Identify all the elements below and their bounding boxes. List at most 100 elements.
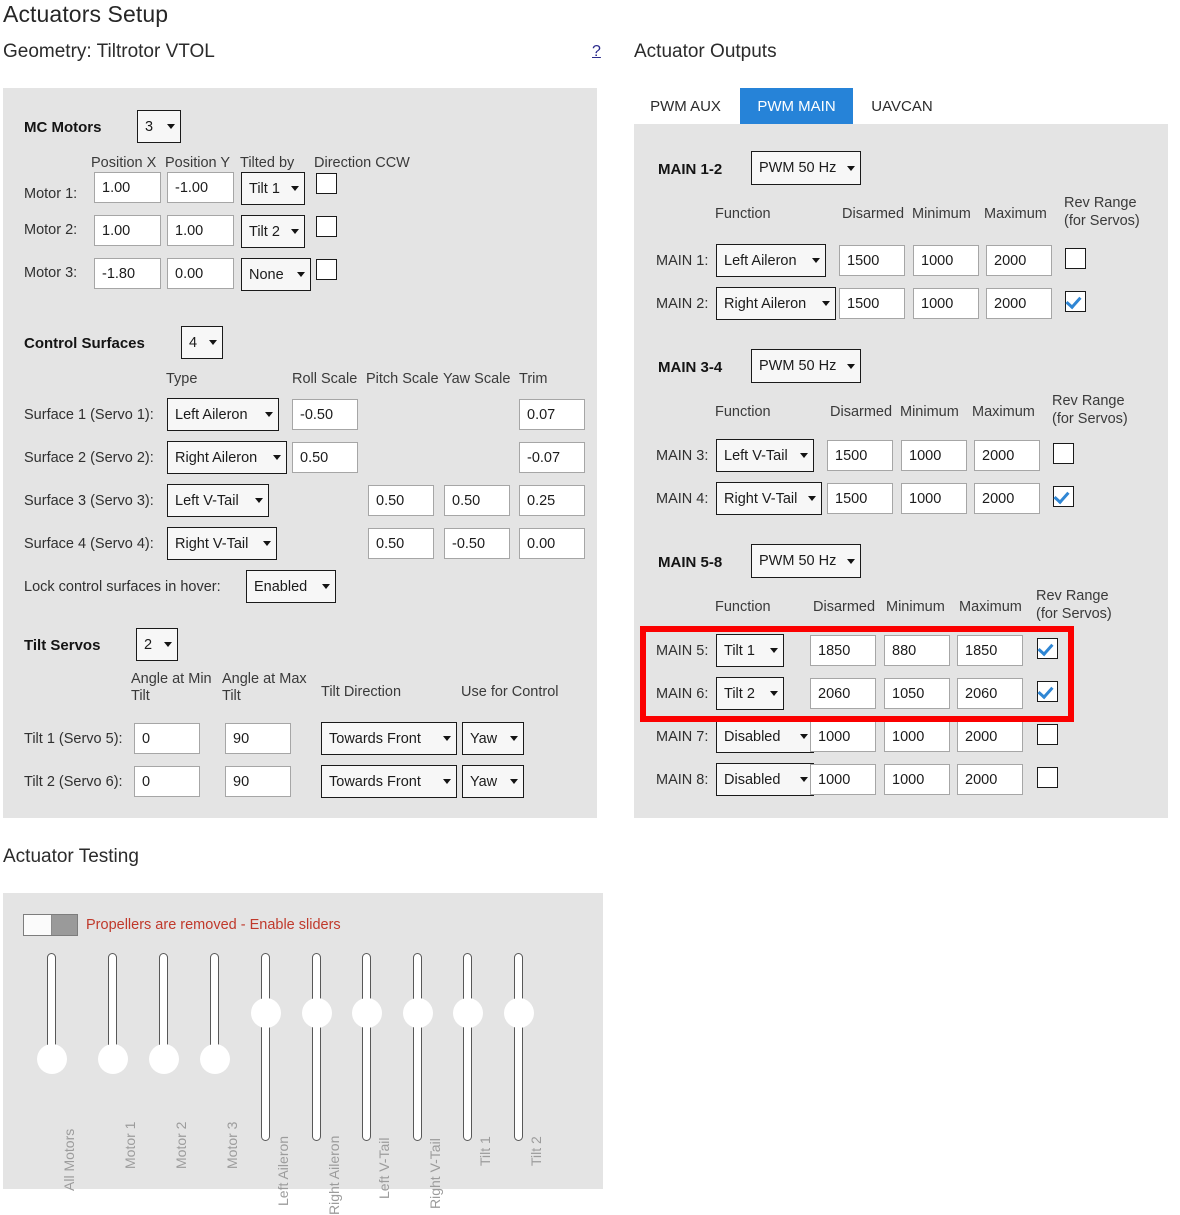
- motor-1-position-x-input[interactable]: [94, 172, 161, 203]
- surface-3-yaw-input[interactable]: [444, 485, 510, 516]
- group-main-5-8-rate-select[interactable]: PWM 50 Hz: [751, 544, 861, 578]
- slider-track[interactable]: [312, 953, 321, 1141]
- main-5-rev-checkbox[interactable]: [1037, 638, 1058, 659]
- slider-track[interactable]: [261, 953, 270, 1141]
- surface-1-roll-input[interactable]: [292, 399, 358, 430]
- main-1-maximum-input[interactable]: [986, 245, 1052, 276]
- surface-3-type-select[interactable]: Left V-Tail: [167, 484, 269, 517]
- slider-handle[interactable]: [351, 998, 382, 1028]
- main-1-rev-checkbox[interactable]: [1065, 248, 1086, 269]
- main-6-minimum-input[interactable]: [884, 678, 950, 709]
- tilt-1-direction-select[interactable]: Towards Front: [321, 722, 457, 755]
- main-2-maximum-input[interactable]: [986, 288, 1052, 319]
- slider-handle[interactable]: [250, 998, 281, 1028]
- surface-2-roll-input[interactable]: [292, 442, 358, 473]
- slider-handle[interactable]: [97, 1044, 128, 1074]
- main-5-disarmed-input[interactable]: [810, 635, 876, 666]
- surface-1-type-select[interactable]: Left Aileron: [167, 398, 279, 431]
- slider-handle[interactable]: [503, 998, 534, 1028]
- main-2-disarmed-input[interactable]: [839, 288, 905, 319]
- main-2-minimum-input[interactable]: [913, 288, 979, 319]
- surface-4-yaw-input[interactable]: [444, 528, 510, 559]
- surface-4-trim-input[interactable]: [519, 528, 585, 559]
- surface-4-pitch-input[interactable]: [368, 528, 434, 559]
- tilt-1-angle-max-input[interactable]: [225, 723, 291, 754]
- main-6-rev-checkbox[interactable]: [1037, 681, 1058, 702]
- main-3-rev-checkbox[interactable]: [1053, 443, 1074, 464]
- main-1-disarmed-input[interactable]: [839, 245, 905, 276]
- slider-handle[interactable]: [301, 998, 332, 1028]
- main-7-disarmed-input[interactable]: [810, 721, 876, 752]
- lock-control-surfaces-select[interactable]: Enabled: [246, 570, 336, 603]
- motor-2-ccw-checkbox[interactable]: [316, 216, 337, 237]
- main-7-function-select[interactable]: Disabled: [716, 720, 814, 753]
- surface-2-trim-input[interactable]: [519, 442, 585, 473]
- tab-pwm-main[interactable]: PWM MAIN: [740, 88, 853, 124]
- main-4-minimum-input[interactable]: [901, 483, 967, 514]
- mc-motors-count-select[interactable]: 3: [137, 110, 181, 143]
- main-6-function-select[interactable]: Tilt 2: [716, 677, 784, 710]
- surface-1-trim-input[interactable]: [519, 399, 585, 430]
- tilt-servos-count-select[interactable]: 2: [136, 628, 178, 661]
- control-surfaces-count-select[interactable]: 4: [181, 326, 223, 359]
- main-5-minimum-input[interactable]: [884, 635, 950, 666]
- slider-track[interactable]: [413, 953, 422, 1141]
- main-6-maximum-input[interactable]: [957, 678, 1023, 709]
- slider-track[interactable]: [514, 953, 523, 1141]
- tab-pwm-aux[interactable]: PWM AUX: [638, 88, 733, 124]
- motor-1-tilted-by-select[interactable]: Tilt 1: [241, 172, 305, 205]
- slider-handle[interactable]: [452, 998, 483, 1028]
- main-1-minimum-input[interactable]: [913, 245, 979, 276]
- tilt-1-use-for-control-select[interactable]: Yaw: [462, 722, 524, 755]
- slider-handle[interactable]: [36, 1044, 67, 1074]
- group-main-1-2-rate-select[interactable]: PWM 50 Hz: [751, 151, 861, 185]
- main-4-rev-checkbox[interactable]: [1053, 486, 1074, 507]
- surface-3-pitch-input[interactable]: [368, 485, 434, 516]
- surface-3-trim-input[interactable]: [519, 485, 585, 516]
- surface-4-type-select[interactable]: Right V-Tail: [167, 527, 277, 560]
- motor-2-tilted-by-select[interactable]: Tilt 2: [241, 215, 305, 248]
- main-6-disarmed-input[interactable]: [810, 678, 876, 709]
- main-5-function-select[interactable]: Tilt 1: [716, 634, 784, 667]
- motor-2-position-x-input[interactable]: [94, 215, 161, 246]
- main-3-minimum-input[interactable]: [901, 440, 967, 471]
- slider-track[interactable]: [362, 953, 371, 1141]
- main-5-maximum-input[interactable]: [957, 635, 1023, 666]
- main-4-function-select[interactable]: Right V-Tail: [716, 482, 822, 515]
- main-3-function-select[interactable]: Left V-Tail: [716, 439, 814, 472]
- group-main-3-4-rate-select[interactable]: PWM 50 Hz: [751, 349, 861, 383]
- main-7-rev-checkbox[interactable]: [1037, 724, 1058, 745]
- motor-2-position-y-input[interactable]: [167, 215, 234, 246]
- motor-1-ccw-checkbox[interactable]: [316, 173, 337, 194]
- motor-1-position-y-input[interactable]: [167, 172, 234, 203]
- slider-handle[interactable]: [199, 1044, 230, 1074]
- help-link[interactable]: ?: [592, 43, 601, 61]
- main-4-disarmed-input[interactable]: [827, 483, 893, 514]
- motor-3-ccw-checkbox[interactable]: [316, 259, 337, 280]
- motor-3-position-x-input[interactable]: [94, 258, 161, 289]
- surface-2-type-select[interactable]: Right Aileron: [167, 441, 287, 474]
- tilt-1-angle-min-input[interactable]: [134, 723, 200, 754]
- main-4-maximum-input[interactable]: [974, 483, 1040, 514]
- main-8-disarmed-input[interactable]: [810, 764, 876, 795]
- tilt-2-direction-select[interactable]: Towards Front: [321, 765, 457, 798]
- main-7-maximum-input[interactable]: [957, 721, 1023, 752]
- tab-uavcan[interactable]: UAVCAN: [862, 88, 942, 124]
- tilt-2-angle-max-input[interactable]: [225, 766, 291, 797]
- main-8-maximum-input[interactable]: [957, 764, 1023, 795]
- motor-3-position-y-input[interactable]: [167, 258, 234, 289]
- motor-3-tilted-by-select[interactable]: None: [241, 258, 311, 291]
- main-3-maximum-input[interactable]: [974, 440, 1040, 471]
- main-1-function-select[interactable]: Left Aileron: [716, 244, 826, 277]
- main-2-function-select[interactable]: Right Aileron: [716, 287, 836, 320]
- tilt-2-use-for-control-select[interactable]: Yaw: [462, 765, 524, 798]
- main-2-rev-checkbox[interactable]: [1065, 291, 1086, 312]
- main-8-minimum-input[interactable]: [884, 764, 950, 795]
- main-7-minimum-input[interactable]: [884, 721, 950, 752]
- slider-handle[interactable]: [402, 998, 433, 1028]
- slider-handle[interactable]: [148, 1044, 179, 1074]
- main-8-rev-checkbox[interactable]: [1037, 767, 1058, 788]
- tilt-2-angle-min-input[interactable]: [134, 766, 200, 797]
- main-3-disarmed-input[interactable]: [827, 440, 893, 471]
- main-8-function-select[interactable]: Disabled: [716, 763, 814, 796]
